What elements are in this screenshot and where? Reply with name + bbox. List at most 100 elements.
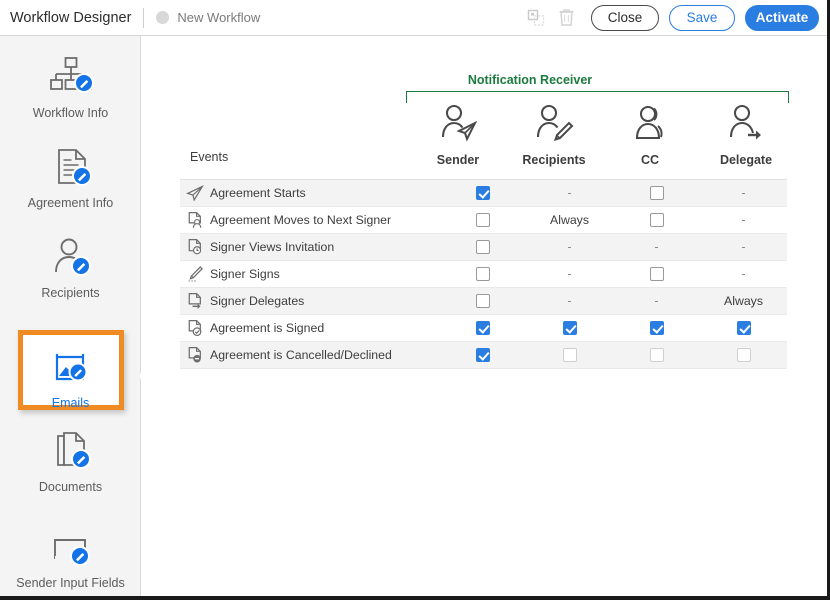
document-check-icon [180, 319, 210, 337]
notification-checkbox[interactable] [439, 321, 526, 335]
table-row: Signer Delegates--Always [180, 288, 787, 315]
duplicate-button[interactable] [521, 5, 551, 31]
checkbox-checked-icon[interactable] [476, 186, 490, 200]
notification-checkbox[interactable] [439, 267, 526, 281]
checkbox-unchecked-icon[interactable] [650, 186, 664, 200]
notification-checkbox[interactable] [613, 348, 700, 362]
checkbox-unchecked-icon[interactable] [476, 213, 490, 227]
workflow-status: New Workflow [156, 10, 260, 25]
save-button[interactable]: Save [669, 5, 735, 31]
column-header-cc: CC [602, 102, 698, 167]
sidebar-item-label: Recipients [41, 286, 99, 300]
dash-text: - [741, 241, 745, 254]
sidebar-item-agreement-info[interactable]: Agreement Info [0, 144, 141, 210]
event-name: Agreement Starts [210, 186, 439, 200]
cell-not-applicable: - [526, 295, 613, 308]
event-name: Agreement Moves to Next Signer [210, 213, 439, 227]
table-row: Signer Signs - - [180, 261, 787, 288]
dash-text: - [741, 187, 745, 200]
workflow-info-icon [45, 54, 97, 100]
events-table: Agreement Starts - - Agreement Moves to Nex… [180, 179, 787, 369]
duplicate-icon [527, 9, 546, 27]
workflow-designer-window: Workflow Designer New Workflow [0, 0, 830, 600]
always-text: Always [550, 213, 589, 227]
event-name: Signer Signs [210, 267, 439, 281]
checkbox-unchecked-icon[interactable] [650, 348, 664, 362]
notification-checkbox[interactable] [439, 348, 526, 362]
cell-not-applicable: - [526, 187, 613, 200]
sidebar-item-label: Sender Input Fields [16, 576, 124, 590]
notification-checkbox[interactable] [700, 348, 787, 362]
workflow-name: New Workflow [177, 10, 260, 25]
sidebar-item-emails[interactable]: Emails [0, 344, 141, 410]
table-row: Agreement is Signed [180, 315, 787, 342]
checkbox-checked-icon[interactable] [650, 321, 664, 335]
checkbox-unchecked-icon[interactable] [737, 348, 751, 362]
cell-not-applicable: - [613, 295, 700, 308]
app-title: Workflow Designer [10, 10, 131, 26]
top-toolbar: Workflow Designer New Workflow [0, 0, 827, 36]
activate-button[interactable]: Activate [745, 5, 819, 31]
notification-checkbox[interactable] [439, 186, 526, 200]
checkbox-unchecked-icon[interactable] [563, 348, 577, 362]
checkbox-checked-icon[interactable] [563, 321, 577, 335]
recipients-icon [45, 234, 97, 280]
checkbox-unchecked-icon[interactable] [476, 294, 490, 308]
checkbox-checked-icon[interactable] [737, 321, 751, 335]
document-arrow-icon [180, 292, 210, 310]
event-name: Signer Views Invitation [210, 240, 439, 254]
emails-icon [45, 344, 97, 390]
cell-not-applicable: - [700, 187, 787, 200]
table-header: Events Sender [142, 96, 787, 179]
dash-text: - [654, 241, 658, 254]
checkbox-unchecked-icon[interactable] [650, 213, 664, 227]
notification-checkbox[interactable] [439, 294, 526, 308]
checkbox-checked-icon[interactable] [476, 348, 490, 362]
checkbox-unchecked-icon[interactable] [476, 240, 490, 254]
dash-text: - [741, 268, 745, 281]
close-button[interactable]: Close [591, 5, 659, 31]
notification-checkbox[interactable] [613, 267, 700, 281]
event-name: Agreement is Signed [210, 321, 439, 335]
sidebar-item-workflow-info[interactable]: Workflow Info [0, 54, 141, 120]
notification-checkbox[interactable] [613, 213, 700, 227]
notification-checkbox[interactable] [613, 321, 700, 335]
toolbar-divider [143, 8, 144, 28]
dash-text: - [654, 295, 658, 308]
document-minus-icon [180, 346, 210, 364]
delete-button[interactable] [551, 5, 581, 31]
notification-checkbox[interactable] [439, 240, 526, 254]
column-header-sender: Sender [410, 102, 506, 167]
column-header-delegate: Delegate [698, 102, 794, 167]
cell-not-applicable: - [700, 241, 787, 254]
events-column-header: Events [190, 150, 228, 164]
sidebar-item-sender-input-fields[interactable]: Sender Input Fields [0, 524, 141, 590]
column-header-recipients: Recipients [506, 102, 602, 167]
sidebar-item-documents[interactable]: Documents [0, 428, 141, 494]
cell-always: Always [700, 294, 787, 308]
sidebar-item-label: Documents [39, 480, 102, 494]
column-header-label: Delegate [720, 153, 772, 167]
sidebar-item-label: Agreement Info [28, 196, 113, 210]
column-header-label: CC [641, 153, 659, 167]
table-row: Signer Views Invitation - - - [180, 234, 787, 261]
documents-icon [45, 428, 97, 474]
trash-icon [558, 8, 575, 27]
notification-checkbox[interactable] [526, 321, 613, 335]
cell-not-applicable: - [700, 268, 787, 281]
sidebar-item-recipients[interactable]: Recipients [0, 234, 141, 300]
notification-checkbox[interactable] [613, 186, 700, 200]
checkbox-checked-icon[interactable] [476, 321, 490, 335]
table-row: Agreement Moves to Next SignerAlways- [180, 207, 787, 234]
dash-text: - [567, 241, 571, 254]
emails-notification-panel: Notification Receiver Events Sender [142, 36, 827, 596]
checkbox-unchecked-icon[interactable] [476, 267, 490, 281]
notification-checkbox[interactable] [526, 348, 613, 362]
notification-checkbox[interactable] [700, 321, 787, 335]
dash-text: - [567, 187, 571, 200]
dash-text: - [567, 268, 571, 281]
checkbox-unchecked-icon[interactable] [650, 267, 664, 281]
column-header-label: Sender [437, 153, 479, 167]
notification-checkbox[interactable] [439, 213, 526, 227]
sender-input-fields-icon [43, 524, 99, 570]
